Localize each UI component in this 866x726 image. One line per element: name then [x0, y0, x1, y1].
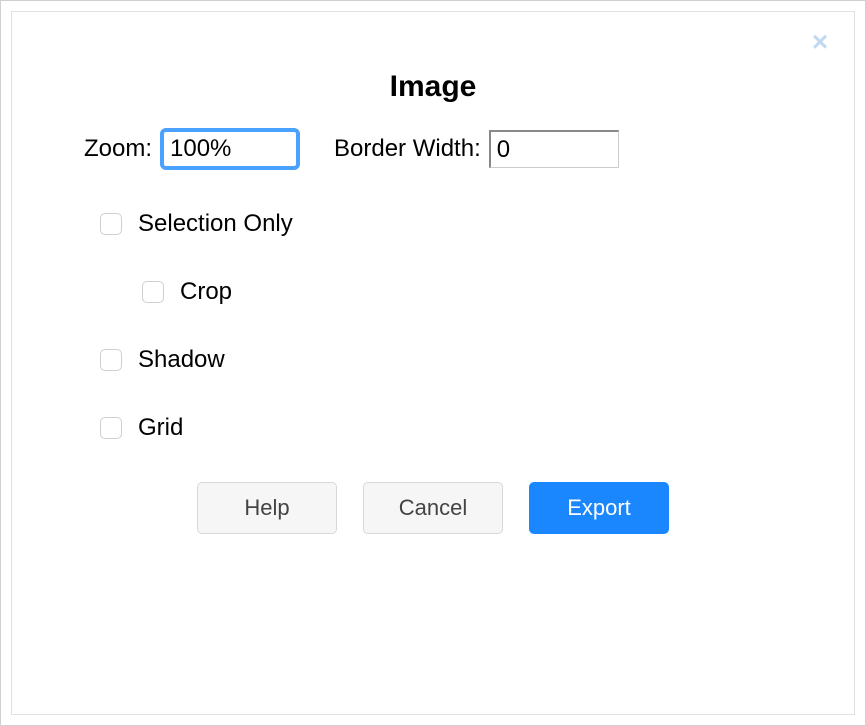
border-width-label: Border Width:	[334, 135, 481, 163]
help-button[interactable]: Help	[197, 482, 337, 534]
selection-only-checkbox[interactable]	[100, 213, 122, 235]
checkbox-list: Selection Only Crop Shadow Grid	[100, 210, 804, 442]
dialog-title: Image	[62, 70, 804, 104]
border-width-field-group: Border Width:	[334, 130, 619, 168]
cancel-button[interactable]: Cancel	[363, 482, 503, 534]
image-export-dialog: × Image Zoom: Border Width: Selection On…	[11, 11, 855, 715]
close-icon[interactable]: ×	[808, 32, 832, 56]
selection-only-label: Selection Only	[138, 210, 293, 238]
grid-row: Grid	[100, 414, 804, 442]
grid-label: Grid	[138, 414, 183, 442]
window-frame: × Image Zoom: Border Width: Selection On…	[0, 0, 866, 726]
export-button[interactable]: Export	[529, 482, 669, 534]
border-width-input[interactable]	[489, 130, 619, 168]
shadow-label: Shadow	[138, 346, 225, 374]
zoom-field-group: Zoom:	[84, 128, 300, 170]
button-row: Help Cancel Export	[62, 482, 804, 534]
crop-label: Crop	[180, 278, 232, 306]
crop-checkbox[interactable]	[142, 281, 164, 303]
grid-checkbox[interactable]	[100, 417, 122, 439]
selection-only-row: Selection Only	[100, 210, 804, 238]
crop-row: Crop	[142, 278, 804, 306]
shadow-checkbox[interactable]	[100, 349, 122, 371]
shadow-row: Shadow	[100, 346, 804, 374]
zoom-input[interactable]	[160, 128, 300, 170]
zoom-label: Zoom:	[84, 135, 152, 163]
input-row: Zoom: Border Width:	[84, 128, 804, 170]
